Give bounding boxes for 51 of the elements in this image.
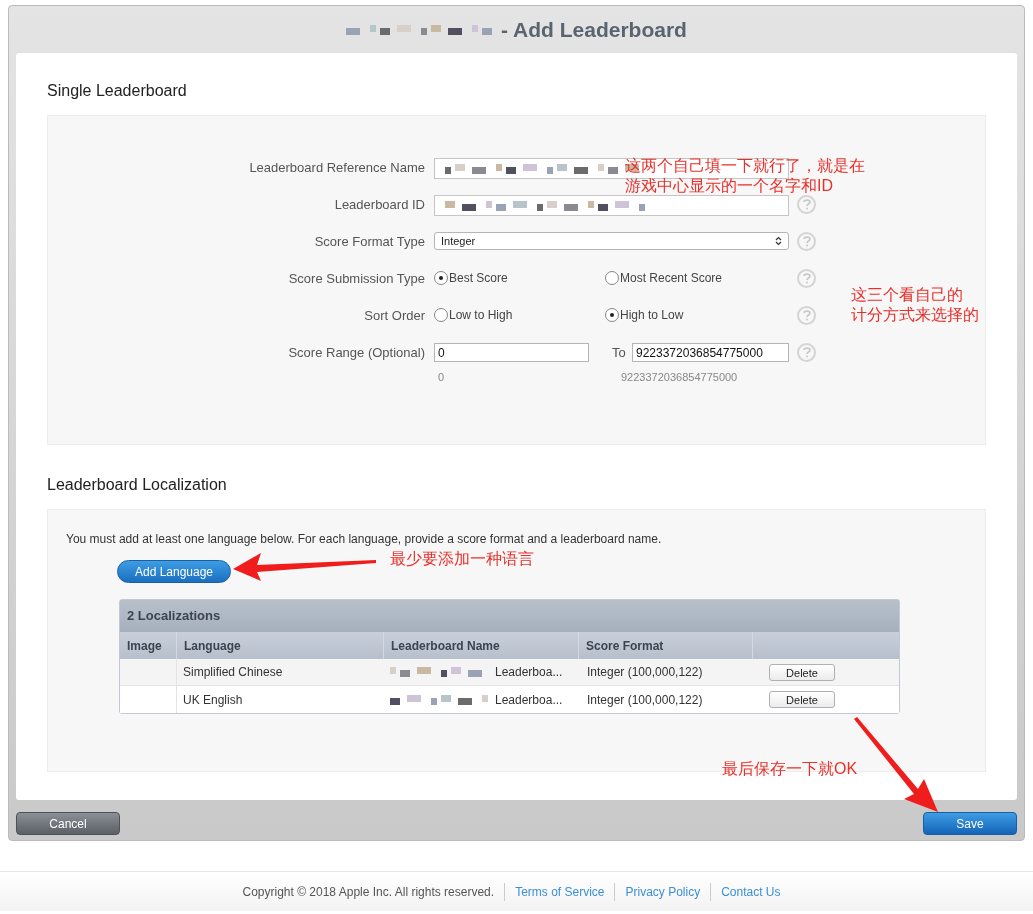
field-label: Score Format Type bbox=[313, 233, 426, 251]
input-field[interactable] bbox=[434, 195, 789, 216]
annotation-text: 这三个看自己的 计分方式来选择的 bbox=[851, 285, 979, 325]
chevron-icon bbox=[775, 236, 782, 246]
cancel-button[interactable]: Cancel bbox=[16, 812, 120, 835]
annotation-text: 最后保存一下就OK bbox=[722, 759, 858, 779]
table-cell-text: Leaderboa... bbox=[495, 664, 563, 681]
annotation-text: 最少要添加一种语言 bbox=[390, 549, 534, 569]
select-field[interactable]: Integer bbox=[434, 232, 789, 250]
copyright-text: Copyright © 2018 Apple Inc. All rights reserved. bbox=[242, 883, 496, 901]
section-heading: Leaderboard Localization bbox=[47, 475, 228, 495]
field-label: Leaderboard Reference Name bbox=[248, 159, 426, 177]
help-icon[interactable] bbox=[797, 195, 816, 214]
radio-button[interactable] bbox=[434, 308, 448, 322]
delete-button[interactable]: Delete bbox=[769, 691, 835, 708]
hint-text: 9223372036854775000 bbox=[621, 369, 738, 385]
field-label: Score Submission Type bbox=[287, 270, 426, 288]
arrow-icon bbox=[233, 552, 377, 582]
save-button[interactable]: Save bbox=[923, 812, 1017, 835]
field-label: Score Range (Optional) bbox=[287, 344, 426, 362]
to-label: To bbox=[612, 344, 627, 362]
footer-link[interactable]: Contact Us bbox=[721, 884, 781, 899]
table-cell-text: Simplified Chinese bbox=[183, 664, 283, 681]
table-cell-text: Leaderboa... bbox=[495, 691, 563, 709]
intro-text: You must add at least one language below. For each language, provide a score format and a leaderboard name. bbox=[66, 531, 663, 548]
radio-label: High to Low bbox=[620, 307, 684, 324]
add-language-button[interactable]: Add Language bbox=[117, 560, 231, 583]
help-icon[interactable] bbox=[797, 343, 816, 362]
footer-link[interactable]: Privacy Policy bbox=[625, 884, 701, 899]
radio-label: Best Score bbox=[449, 270, 508, 287]
radio-label: Low to High bbox=[449, 307, 513, 324]
help-icon[interactable] bbox=[797, 232, 816, 251]
radio-button[interactable] bbox=[605, 271, 619, 285]
dialog-title: - Add Leaderboard bbox=[501, 16, 687, 43]
radio-button[interactable] bbox=[434, 271, 448, 285]
footer-link[interactable]: Terms of Service bbox=[515, 884, 605, 899]
field-label: Sort Order bbox=[363, 307, 426, 325]
table-title: 2 Localizations bbox=[120, 600, 899, 632]
delete-button[interactable]: Delete bbox=[769, 663, 835, 681]
table-cell-text: Integer (100,000,122) bbox=[587, 664, 703, 681]
field-label: Leaderboard ID bbox=[333, 196, 426, 214]
input-field[interactable]: 0 bbox=[434, 343, 589, 363]
table-cell-text: Integer (100,000,122) bbox=[587, 691, 703, 709]
hint-text: 0 bbox=[437, 369, 446, 385]
section-heading: Single Leaderboard bbox=[47, 81, 188, 101]
radio-button[interactable] bbox=[605, 308, 619, 322]
radio-label: Most Recent Score bbox=[620, 270, 723, 287]
help-icon[interactable] bbox=[797, 306, 816, 325]
table-cell-text: UK English bbox=[183, 691, 243, 709]
input-field[interactable]: 9223372036854775000 bbox=[632, 343, 789, 363]
help-icon[interactable] bbox=[797, 269, 816, 288]
